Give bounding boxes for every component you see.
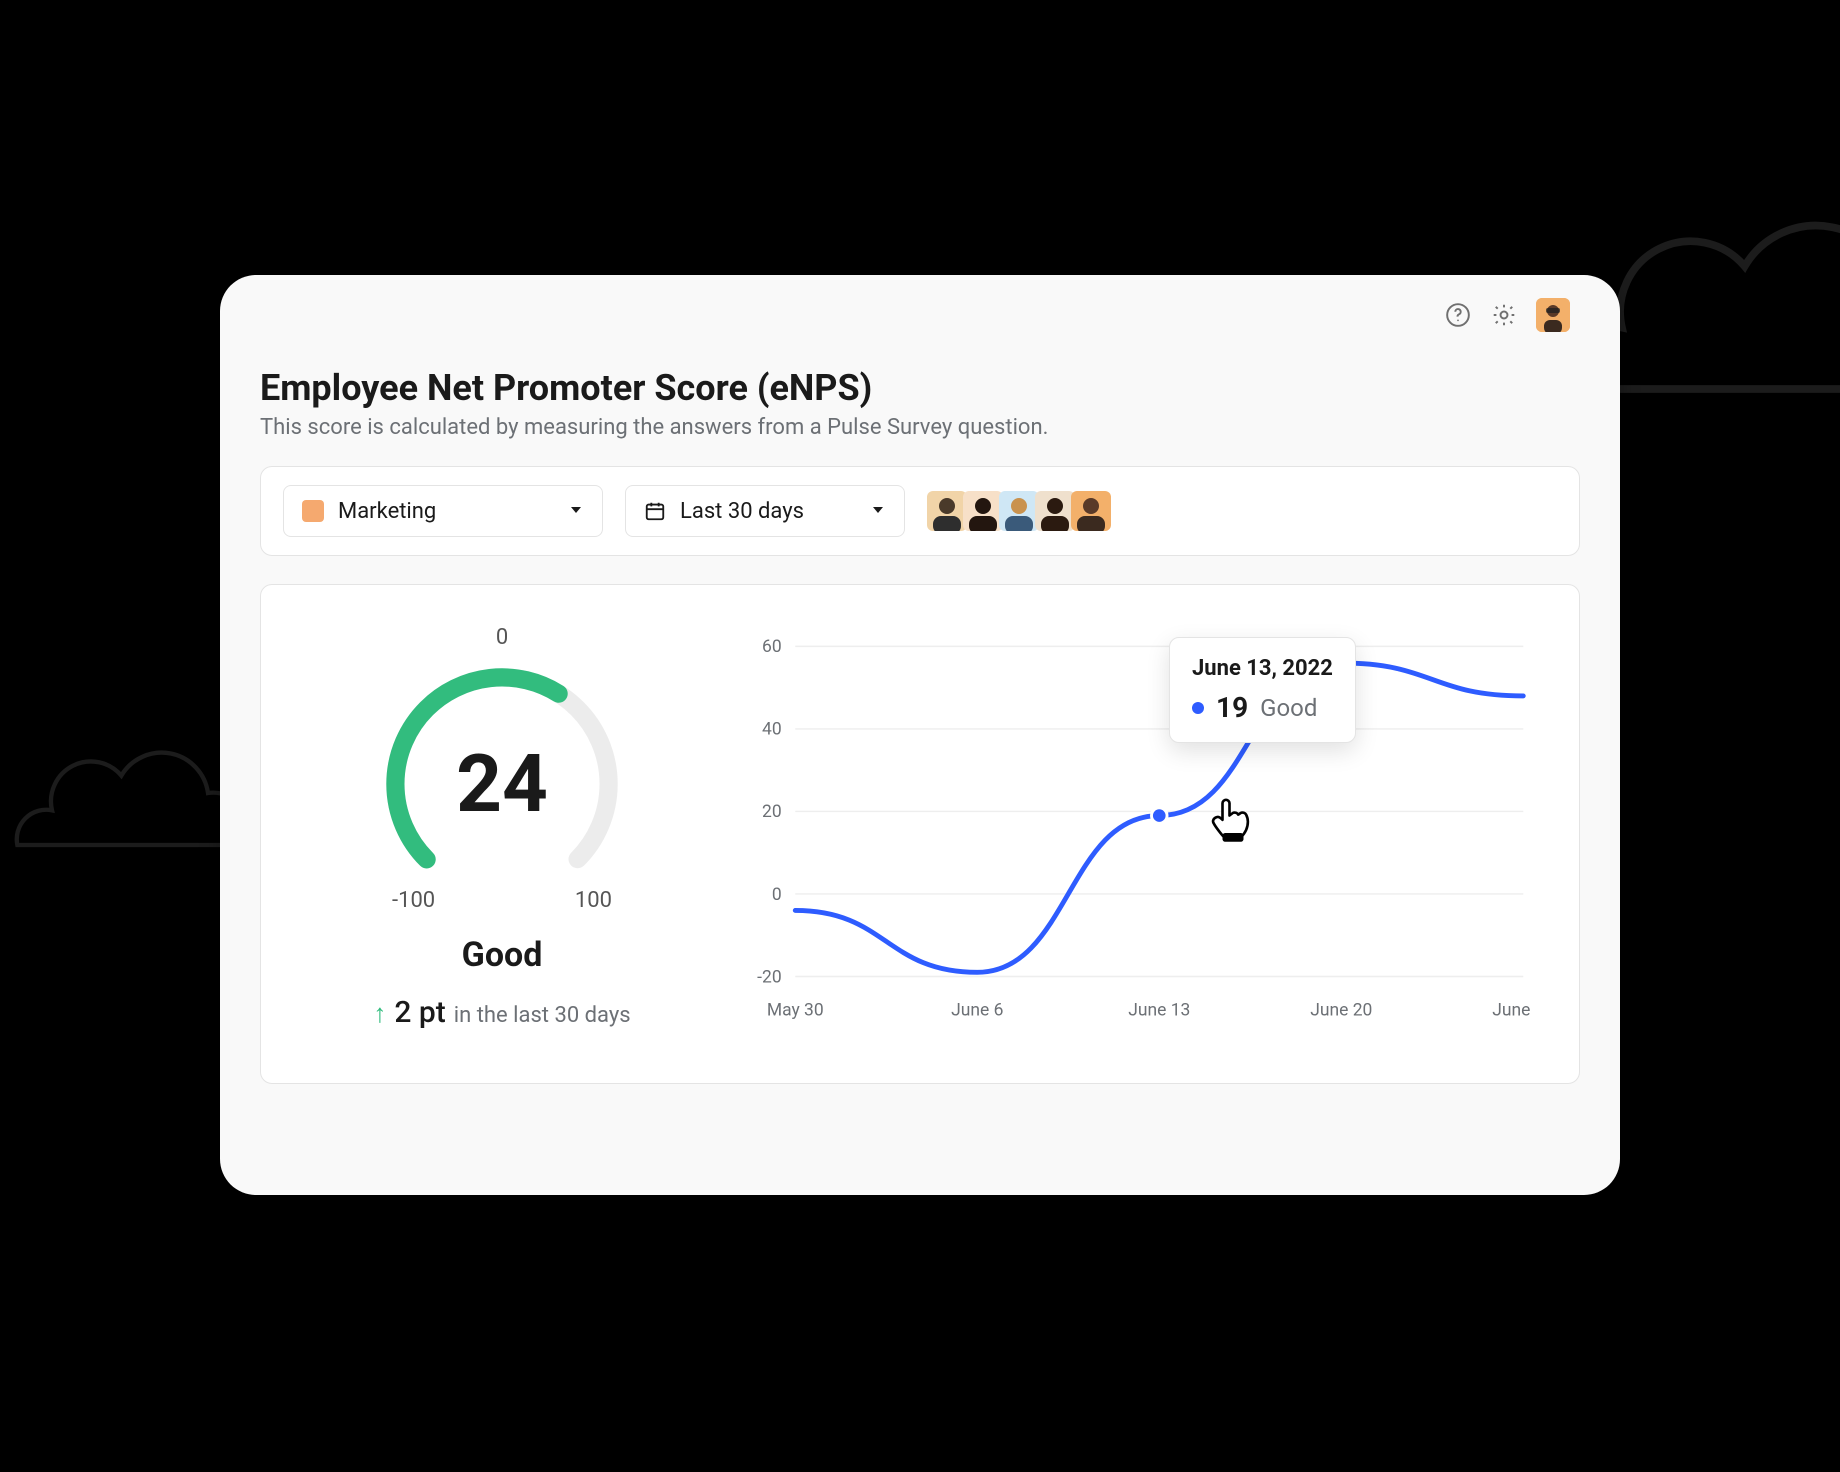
caret-down-icon	[870, 499, 886, 524]
department-color-swatch	[302, 500, 324, 522]
svg-text:May 30: May 30	[767, 1000, 824, 1020]
svg-text:0: 0	[772, 885, 782, 905]
cursor-pointer-icon	[1205, 791, 1261, 847]
date-range-dropdown[interactable]: Last 30 days	[625, 485, 905, 537]
department-label: Marketing	[338, 499, 436, 524]
charts-panel: 0 24 -100 100 Good ↑ 2	[260, 584, 1580, 1084]
delta-value: 2 pt	[394, 995, 445, 1030]
topbar	[260, 275, 1580, 355]
svg-text:60: 60	[762, 637, 782, 657]
line-chart[interactable]: -20 0 20 40 60 May 30 June 6 June 13 June 20 June…	[737, 625, 1533, 1037]
help-icon[interactable]	[1444, 301, 1472, 329]
page-title: Employee Net Promoter Score (eNPS)	[260, 367, 1580, 409]
line-chart-svg: -20 0 20 40 60 May 30 June 6 June 13 June 20 June…	[737, 625, 1533, 1037]
team-avatar	[1035, 491, 1075, 531]
department-dropdown[interactable]: Marketing	[283, 485, 603, 537]
page-subtitle: This score is calculated by measuring th…	[260, 415, 1580, 440]
gauge-top-label: 0	[496, 625, 508, 650]
tooltip-date: June 13, 2022	[1192, 656, 1333, 681]
svg-text:June 27: June 27	[1492, 1000, 1533, 1020]
svg-text:June 20: June 20	[1310, 1000, 1372, 1020]
filter-bar: Marketing Last 30 days	[260, 466, 1580, 556]
date-range-label: Last 30 days	[680, 499, 804, 524]
enps-gauge: 24	[372, 654, 632, 914]
enps-card: Employee Net Promoter Score (eNPS) This …	[220, 275, 1620, 1195]
svg-text:June 13: June 13	[1128, 1000, 1190, 1020]
calendar-icon	[644, 500, 666, 522]
gauge-delta: ↑ 2 pt in the last 30 days	[373, 995, 630, 1030]
settings-icon[interactable]	[1490, 301, 1518, 329]
team-avatar	[927, 491, 967, 531]
team-avatar	[963, 491, 1003, 531]
team-avatar	[999, 491, 1039, 531]
team-avatar	[1071, 491, 1111, 531]
delta-period: in the last 30 days	[454, 1003, 631, 1028]
gauge-status: Good	[462, 935, 543, 975]
svg-text:-20: -20	[757, 967, 781, 987]
team-avatars	[927, 491, 1111, 531]
series-color-dot	[1192, 702, 1204, 714]
gauge-column: 0 24 -100 100 Good ↑ 2	[307, 625, 697, 1037]
tooltip-value: 19	[1216, 691, 1248, 724]
caret-down-icon	[568, 499, 584, 524]
svg-text:June 6: June 6	[951, 1000, 1003, 1020]
user-avatar[interactable]	[1536, 298, 1570, 332]
svg-text:40: 40	[762, 720, 782, 740]
arrow-up-icon: ↑	[373, 998, 386, 1029]
tooltip-label: Good	[1260, 694, 1317, 722]
gauge-value: 24	[372, 654, 632, 914]
svg-text:20: 20	[762, 802, 782, 822]
chart-tooltip: June 13, 2022 19 Good	[1169, 637, 1356, 743]
